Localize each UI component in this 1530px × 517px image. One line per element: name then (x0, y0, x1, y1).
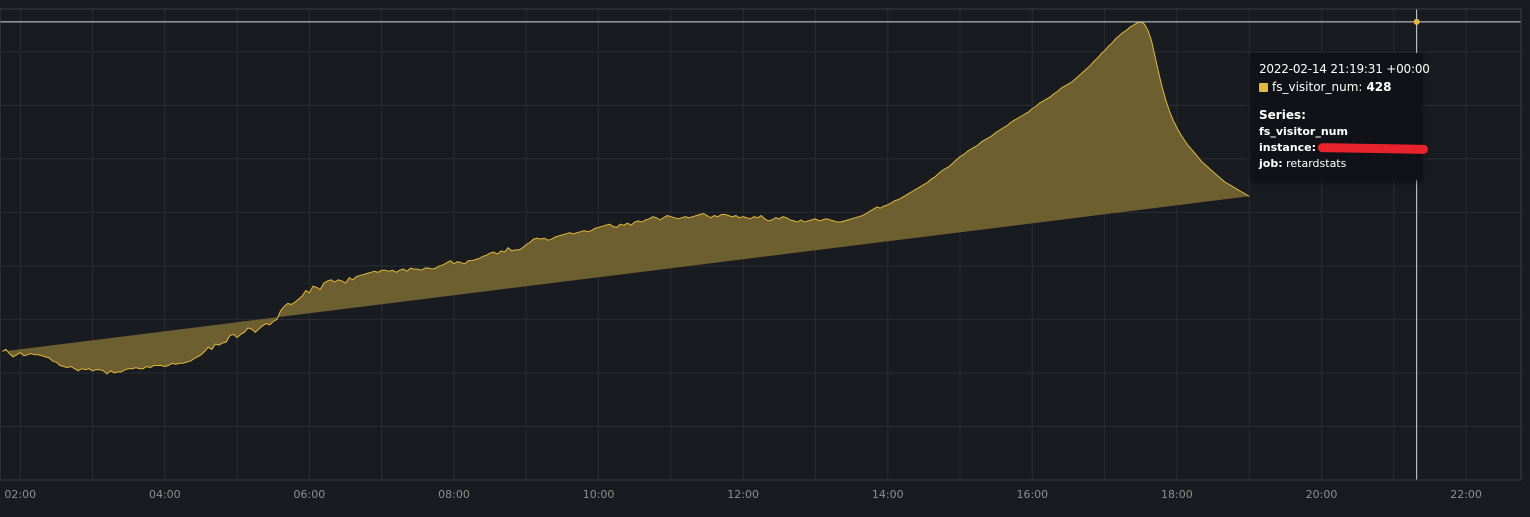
x-axis-ticks: 02:00 04:00 06:00 08:00 10:00 12:00 14:00 16:00… (4, 488, 1482, 501)
hover-data-point (1413, 18, 1420, 25)
x-tick-label: 10:00 (583, 488, 615, 501)
tooltip-job-key: job: (1259, 157, 1283, 170)
x-tick-label: 04:00 (149, 488, 181, 501)
tooltip-series-name: fs_visitor_num (1272, 80, 1359, 94)
tooltip-series-value: 428 (1366, 80, 1392, 94)
series-area-fill (2, 21, 1250, 375)
x-tick-label: 14:00 (872, 488, 904, 501)
x-tick-label: 16:00 (1016, 488, 1048, 501)
x-tick-label: 22:00 (1450, 488, 1482, 501)
x-tick-label: 08:00 (438, 488, 470, 501)
tooltip-job-value: retardstats (1286, 157, 1347, 170)
tooltip-metric-name: fs_visitor_num (1259, 125, 1348, 138)
tooltip-timestamp: 2022-02-14 21:19:31 +00:00 (1259, 62, 1430, 76)
x-tick-label: 20:00 (1306, 488, 1338, 501)
tooltip-instance-key: instance: (1259, 141, 1317, 154)
tooltip-value-row: fs_visitor_num: 428 (1259, 80, 1414, 94)
x-tick-label: 18:00 (1161, 488, 1193, 501)
x-tick-label: 02:00 (4, 488, 36, 501)
graph-panel: 02:00 04:00 06:00 08:00 10:00 12:00 14:00 16:00… (0, 0, 1530, 517)
hover-tooltip: 2022-02-14 21:19:31 +00:00 fs_visitor_nu… (1251, 53, 1430, 180)
x-tick-label: 12:00 (727, 488, 759, 501)
tooltip-job-line: job: retardstats (1259, 157, 1414, 170)
tooltip-instance-line: instance: (1259, 141, 1429, 154)
redaction-mark (1317, 142, 1429, 154)
series-color-swatch (1259, 82, 1268, 92)
tooltip-series-heading: Series: (1259, 108, 1306, 122)
x-tick-label: 06:00 (294, 488, 326, 501)
